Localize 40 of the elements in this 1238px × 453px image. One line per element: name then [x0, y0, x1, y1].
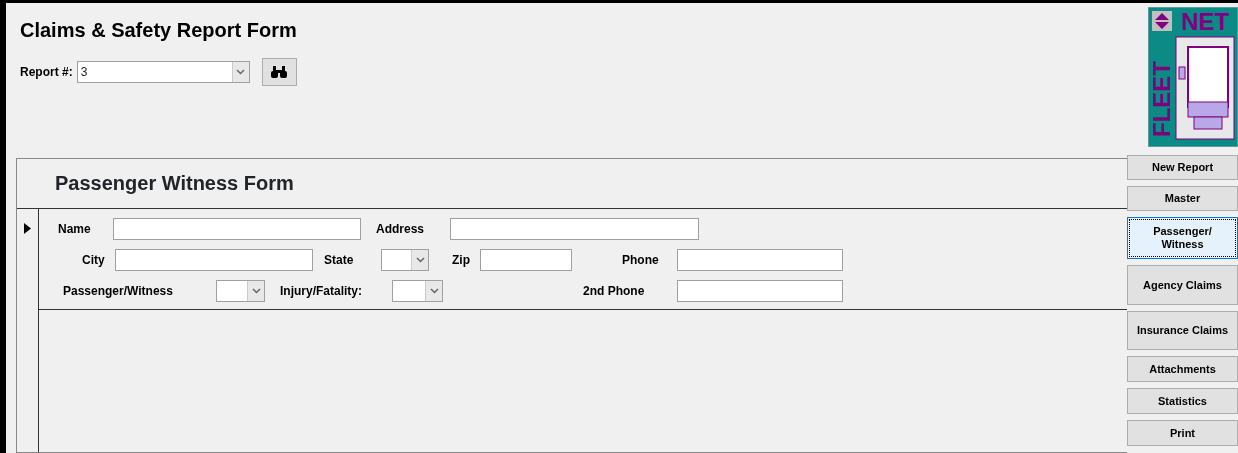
report-dropdown[interactable]: 3: [76, 61, 250, 83]
nav-button[interactable]: New Report: [1127, 155, 1238, 180]
record-selector-icon: [24, 223, 31, 235]
binoculars-icon: [270, 65, 289, 79]
chevron-icon: [415, 256, 425, 263]
field-label: Zip: [452, 251, 471, 269]
chevron-icon: [251, 287, 261, 294]
input-field[interactable]: [677, 279, 843, 302]
dropdown-field[interactable]: [216, 279, 265, 302]
nav-button[interactable]: Master: [1127, 186, 1238, 211]
report-label: Report #:: [20, 64, 73, 81]
search-button[interactable]: [261, 58, 297, 86]
field-label: Address: [376, 220, 426, 238]
nav-button[interactable]: Attachments: [1127, 356, 1238, 382]
logo-text: FLEET: [1147, 61, 1175, 137]
subform-title: Passenger Witness Form: [55, 171, 295, 195]
up-down-arrows-icon: [1151, 11, 1172, 31]
input-field[interactable]: [480, 248, 572, 271]
dropdown-field[interactable]: [381, 248, 429, 271]
field-label: City: [82, 251, 106, 269]
chevron-icon: [429, 287, 439, 294]
chevron-icon: [236, 69, 246, 75]
form-title: Claims & Safety Report Form: [20, 18, 298, 42]
dropdown-field[interactable]: [392, 279, 443, 302]
nav-button[interactable]: Passenger/ Witness: [1127, 217, 1238, 259]
input-field[interactable]: [450, 217, 699, 240]
nav-button[interactable]: Print: [1127, 420, 1238, 446]
field-label: Injury/Fatality:: [280, 282, 363, 300]
field-label: Phone: [622, 251, 660, 269]
nav-button[interactable]: Insurance Claims: [1127, 311, 1238, 350]
input-field[interactable]: [115, 248, 313, 271]
logo-text: NET: [1180, 8, 1229, 35]
nav-button[interactable]: Agency Claims: [1127, 265, 1238, 305]
field-label: State: [324, 251, 355, 269]
field-label: Passenger/Witness: [63, 282, 174, 300]
input-field[interactable]: [113, 217, 361, 240]
field-label: 2nd Phone: [583, 282, 646, 300]
nav-button[interactable]: Statistics: [1127, 388, 1238, 414]
field-label: Name: [58, 220, 92, 238]
input-field[interactable]: [677, 248, 843, 271]
